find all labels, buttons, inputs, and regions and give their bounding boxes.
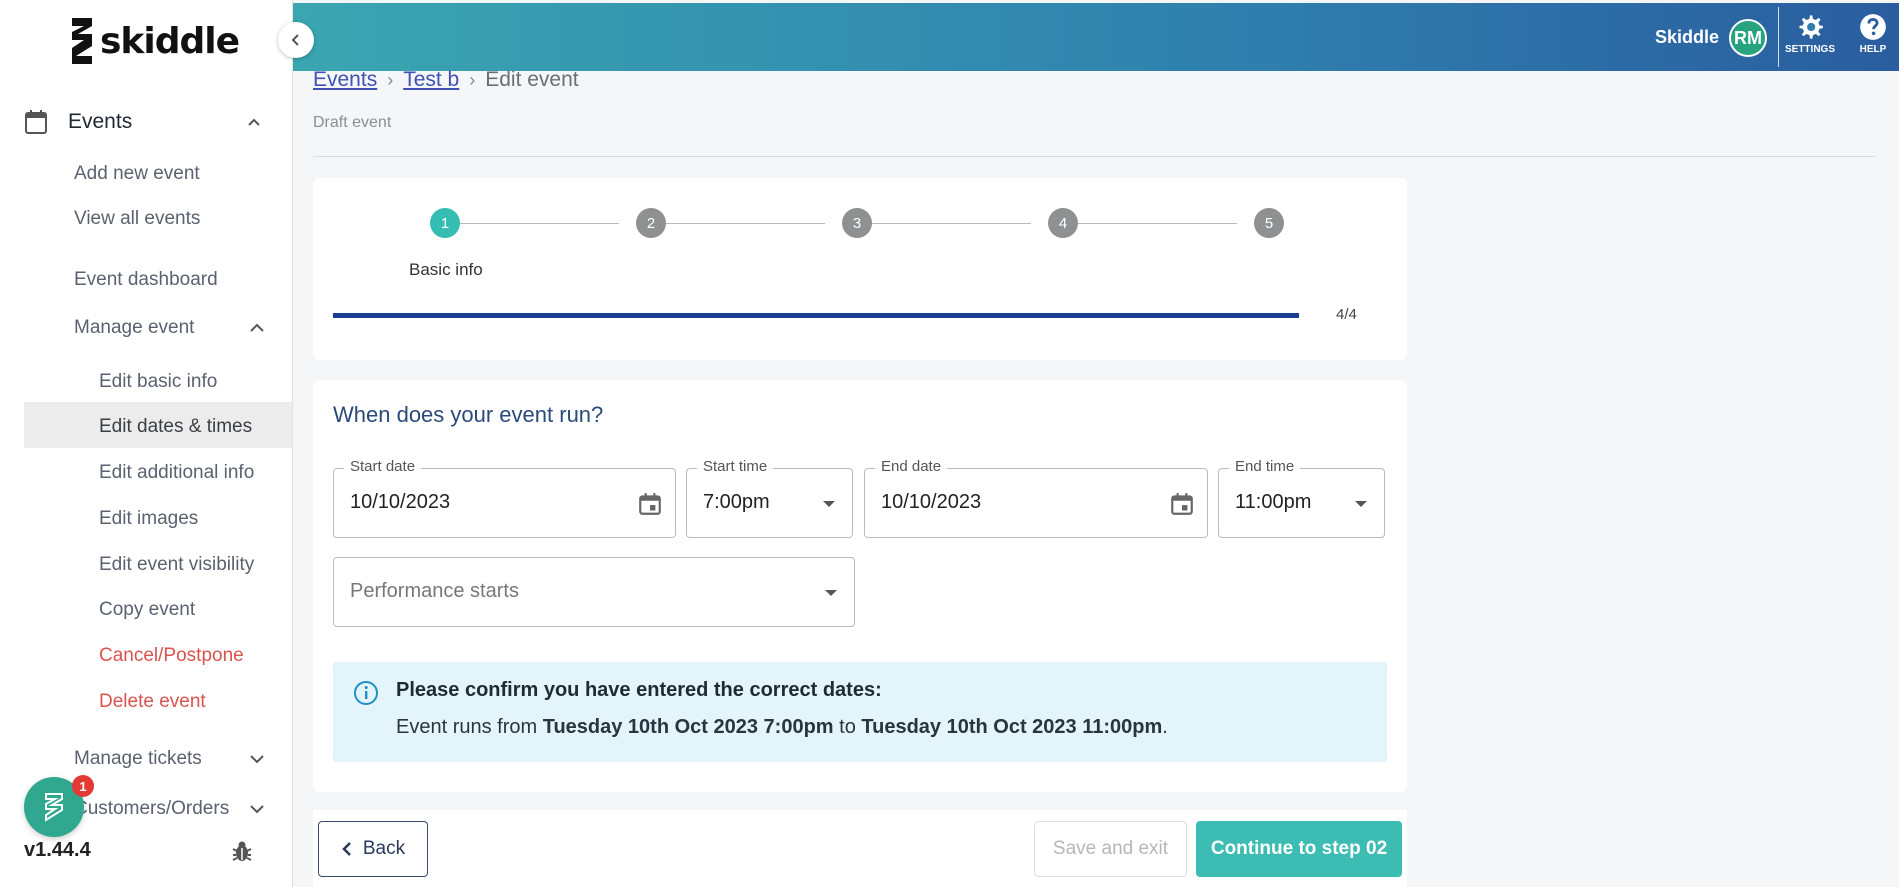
- calendar-icon[interactable]: [1169, 491, 1195, 517]
- step-1[interactable]: 1: [430, 208, 460, 238]
- chevron-up-icon[interactable]: [248, 319, 266, 337]
- user-name[interactable]: Skiddle: [1655, 27, 1719, 48]
- end-time-label: End time: [1229, 458, 1301, 475]
- sidebar-item-manage-tickets[interactable]: Manage tickets: [74, 748, 202, 770]
- end-time-select[interactable]: End time 11:00pm: [1218, 458, 1385, 538]
- alert-suffix: .: [1162, 716, 1168, 738]
- sidebar-item-events-label: Events: [68, 110, 133, 133]
- help-button[interactable]: HELP: [1859, 13, 1887, 55]
- skiddle-chat-icon: [45, 793, 63, 822]
- help-label: HELP: [1859, 44, 1887, 55]
- progress-text: 4/4: [1336, 306, 1357, 323]
- alert-prefix: Event runs from: [396, 716, 543, 738]
- skiddle-logo[interactable]: skiddle: [68, 16, 240, 66]
- step-1-label: Basic info: [409, 260, 483, 279]
- chevron-up-icon: [248, 118, 260, 126]
- alert-start: Tuesday 10th Oct 2023 7:00pm: [542, 716, 834, 738]
- start-date-field[interactable]: Start date 10/10/2023: [333, 458, 676, 538]
- dropdown-arrow-icon: [823, 501, 835, 507]
- step-4[interactable]: 4: [1048, 208, 1078, 238]
- sidebar-item-copy-event[interactable]: Copy event: [99, 599, 195, 621]
- app-version: v1.44.4: [24, 839, 91, 861]
- progress-bar: [333, 313, 1299, 318]
- sidebar-collapse-button[interactable]: [278, 22, 314, 58]
- info-icon: [354, 681, 378, 705]
- sidebar-item-edit-event-visibility[interactable]: Edit event visibility: [99, 554, 254, 576]
- step-5[interactable]: 5: [1254, 208, 1284, 238]
- breadcrumb-separator: ›: [469, 69, 476, 90]
- performance-starts-placeholder: Performance starts: [350, 580, 519, 602]
- alert-message: Event runs from Tuesday 10th Oct 2023 7:…: [396, 716, 1168, 739]
- start-date-label: Start date: [344, 458, 422, 475]
- form-title: When does your event run?: [333, 402, 604, 427]
- continue-button[interactable]: Continue to step 02: [1196, 821, 1402, 877]
- sidebar-item-delete-event[interactable]: Delete event: [99, 691, 206, 713]
- breadcrumb-events-link[interactable]: Events: [313, 68, 377, 92]
- alert-middle: to: [833, 716, 862, 738]
- start-time-label: Start time: [697, 458, 774, 475]
- dropdown-arrow-icon: [1355, 501, 1367, 507]
- top-bar: Skiddle RM SETTINGS HELP: [293, 3, 1899, 71]
- skiddle-logo-icon: [72, 18, 92, 64]
- end-date-field[interactable]: End date 10/10/2023: [864, 458, 1208, 538]
- alert-title: Please confirm you have entered the corr…: [396, 679, 882, 701]
- chevron-down-icon[interactable]: [248, 800, 266, 818]
- dropdown-arrow-icon: [825, 590, 837, 596]
- sidebar-item-edit-images[interactable]: Edit images: [99, 508, 198, 530]
- settings-button[interactable]: SETTINGS: [1785, 13, 1835, 55]
- end-time-value: 11:00pm: [1235, 491, 1312, 513]
- date-confirmation-alert: Please confirm you have entered the corr…: [333, 662, 1387, 762]
- sidebar-item-edit-dates-times[interactable]: Edit dates & times: [99, 416, 252, 438]
- start-time-select[interactable]: Start time 7:00pm: [686, 458, 853, 538]
- save-and-exit-button[interactable]: Save and exit: [1034, 821, 1187, 877]
- sidebar-item-manage-event[interactable]: Manage event: [74, 317, 194, 339]
- sidebar-item-events[interactable]: Events: [24, 104, 274, 140]
- performance-starts-select[interactable]: Performance starts: [333, 557, 855, 627]
- gear-icon: [1799, 15, 1823, 39]
- breadcrumb: Events › Test b › Edit event: [313, 68, 579, 92]
- end-date-label: End date: [875, 458, 948, 475]
- sidebar: skiddle Events Add new event View all ev…: [0, 0, 293, 887]
- chevron-left-icon: [291, 34, 299, 46]
- back-button[interactable]: Back: [318, 821, 428, 877]
- sidebar-item-edit-basic-info[interactable]: Edit basic info: [99, 371, 217, 393]
- calendar-icon[interactable]: [637, 491, 663, 517]
- alert-end: Tuesday 10th Oct 2023 11:00pm: [861, 716, 1163, 738]
- end-date-value: 10/10/2023: [881, 491, 982, 513]
- notification-badge: 1: [72, 775, 94, 797]
- chevron-down-icon[interactable]: [248, 750, 266, 768]
- settings-label: SETTINGS: [1784, 44, 1835, 55]
- sidebar-item-customers-orders[interactable]: Customers/Orders: [74, 798, 229, 820]
- breadcrumb-current: Edit event: [485, 68, 579, 91]
- logo-text: skiddle: [100, 20, 240, 62]
- sidebar-item-add-new-event[interactable]: Add new event: [74, 163, 200, 185]
- help-icon: [1860, 14, 1886, 40]
- stepper-card: 1 2 3 4 5 Basic info 4/4: [313, 178, 1407, 360]
- chevron-left-icon: [342, 842, 351, 856]
- back-button-label: Back: [362, 838, 406, 859]
- topbar-divider: [1778, 7, 1779, 67]
- start-time-value: 7:00pm: [703, 491, 770, 513]
- step-connector: [869, 223, 1031, 224]
- step-2[interactable]: 2: [636, 208, 666, 238]
- sidebar-item-view-all-events[interactable]: View all events: [74, 208, 200, 230]
- step-3[interactable]: 3: [842, 208, 872, 238]
- step-connector: [663, 223, 825, 224]
- draft-status: Draft event: [313, 114, 392, 131]
- divider: [313, 156, 1875, 157]
- dates-form-card: When does your event run? Start date 10/…: [313, 380, 1407, 792]
- bug-report-icon[interactable]: [230, 839, 254, 863]
- breadcrumb-separator: ›: [387, 69, 394, 90]
- breadcrumb-event-link[interactable]: Test b: [403, 68, 459, 92]
- sidebar-item-cancel-postpone[interactable]: Cancel/Postpone: [99, 645, 244, 667]
- sidebar-item-edit-additional-info[interactable]: Edit additional info: [99, 462, 254, 484]
- step-connector: [1075, 223, 1237, 224]
- calendar-icon: [25, 110, 47, 134]
- start-date-value: 10/10/2023: [350, 491, 451, 513]
- step-connector: [457, 223, 619, 224]
- sidebar-item-event-dashboard[interactable]: Event dashboard: [74, 269, 218, 291]
- avatar[interactable]: RM: [1729, 19, 1767, 57]
